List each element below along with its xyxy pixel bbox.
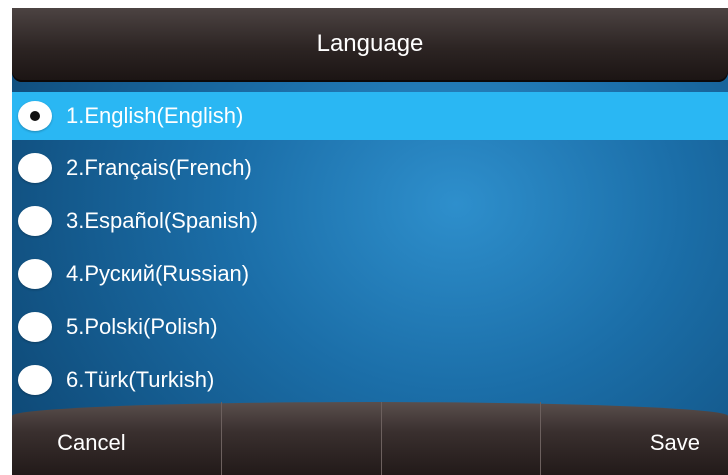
language-list: 1.English(English) 2.Français(French) 3.… bbox=[12, 92, 728, 405]
language-label: 3.Español(Spanish) bbox=[66, 207, 259, 233]
title-bar: Language bbox=[12, 8, 728, 82]
language-item-english[interactable]: 1.English(English) bbox=[12, 92, 728, 140]
phone-screen: Language 1.English(English) 2.Français(F… bbox=[12, 8, 728, 475]
language-label: 1.English(English) bbox=[66, 103, 244, 128]
radio-unselected-icon[interactable] bbox=[18, 205, 52, 236]
radio-selected-icon[interactable] bbox=[18, 101, 52, 131]
radio-dot bbox=[30, 111, 40, 121]
language-item-polish[interactable]: 5.Polski(Polish) bbox=[12, 301, 728, 352]
radio-unselected-icon[interactable] bbox=[18, 311, 52, 342]
softkey-3[interactable] bbox=[380, 402, 541, 475]
radio-unselected-icon[interactable] bbox=[18, 152, 52, 183]
language-item-turkish[interactable]: 6.Türk(Turkish) bbox=[12, 354, 728, 405]
page-title: Language bbox=[316, 30, 424, 57]
language-label: 6.Türk(Turkish) bbox=[66, 366, 215, 392]
softkey-2[interactable] bbox=[220, 402, 381, 475]
language-label: 5.Polski(Polish) bbox=[66, 313, 218, 339]
radio-unselected-icon[interactable] bbox=[18, 258, 52, 289]
language-label: 2.Français(French) bbox=[66, 154, 252, 180]
language-item-spanish[interactable]: 3.Español(Spanish) bbox=[12, 195, 728, 246]
save-button[interactable]: Save bbox=[540, 402, 728, 475]
language-item-russian[interactable]: 4.Руский(Russian) bbox=[12, 248, 728, 299]
language-item-french[interactable]: 2.Français(French) bbox=[12, 142, 728, 193]
language-label: 4.Руский(Russian) bbox=[66, 260, 250, 286]
radio-unselected-icon[interactable] bbox=[18, 364, 52, 395]
softkey-bar: Cancel Save bbox=[12, 402, 728, 475]
cancel-button[interactable]: Cancel bbox=[12, 402, 221, 475]
